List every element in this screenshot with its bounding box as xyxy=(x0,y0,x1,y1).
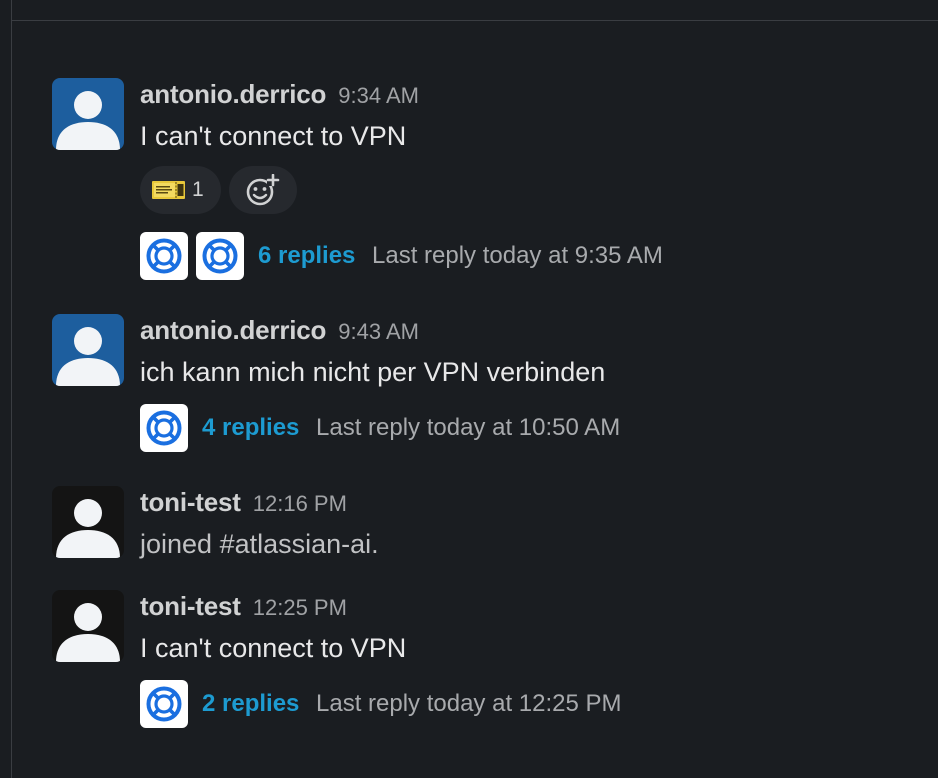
avatar[interactable] xyxy=(52,590,124,662)
avatar[interactable] xyxy=(52,314,124,386)
add-reaction-icon xyxy=(246,174,280,206)
user-silhouette-icon xyxy=(56,91,120,150)
header-divider xyxy=(11,20,938,21)
ticket-emoji-icon xyxy=(152,181,185,199)
pane-divider xyxy=(11,0,12,778)
add-reaction-button[interactable] xyxy=(229,166,297,214)
user-silhouette-icon xyxy=(56,603,120,662)
reaction-pill[interactable]: 1 xyxy=(140,166,221,214)
thread-participant-avatar xyxy=(140,404,188,452)
thread-last-reply: Last reply today at 10:50 AM xyxy=(316,414,621,441)
reaction-count: 1 xyxy=(192,178,204,201)
channel-message-pane: antonio.derrico 9:34 AM I can't connect t… xyxy=(0,0,938,778)
message-author[interactable]: toni-test xyxy=(140,487,241,517)
thread-last-reply: Last reply today at 12:25 PM xyxy=(316,690,622,717)
lifebuoy-icon xyxy=(146,238,182,274)
thread-participant-avatar xyxy=(196,232,244,280)
thread-replies-link[interactable]: 6 replies xyxy=(258,232,355,280)
thread-replies-link[interactable]: 4 replies xyxy=(202,404,299,452)
message-timestamp[interactable]: 9:34 AM xyxy=(338,83,419,108)
message-author[interactable]: antonio.derrico xyxy=(140,315,326,345)
lifebuoy-icon xyxy=(146,686,182,722)
thread-replies-link[interactable]: 2 replies xyxy=(202,680,299,728)
message-text: I can't connect to VPN xyxy=(140,121,407,151)
message-text: joined #atlassian-ai. xyxy=(140,529,379,559)
message-author[interactable]: toni-test xyxy=(140,591,241,621)
user-silhouette-icon xyxy=(56,327,120,386)
avatar[interactable] xyxy=(52,78,124,150)
message-text: I can't connect to VPN xyxy=(140,633,407,663)
lifebuoy-icon xyxy=(146,410,182,446)
user-silhouette-icon xyxy=(56,499,120,558)
message-timestamp[interactable]: 12:16 PM xyxy=(253,491,347,516)
message-timestamp[interactable]: 12:25 PM xyxy=(253,595,347,620)
thread-last-reply: Last reply today at 9:35 AM xyxy=(372,242,663,269)
thread-participant-avatar xyxy=(140,232,188,280)
lifebuoy-icon xyxy=(202,238,238,274)
message-text: ich kann mich nicht per VPN verbinden xyxy=(140,357,606,387)
avatar[interactable] xyxy=(52,486,124,558)
message-timestamp[interactable]: 9:43 AM xyxy=(338,319,419,344)
message-author[interactable]: antonio.derrico xyxy=(140,79,326,109)
thread-participant-avatar xyxy=(140,680,188,728)
